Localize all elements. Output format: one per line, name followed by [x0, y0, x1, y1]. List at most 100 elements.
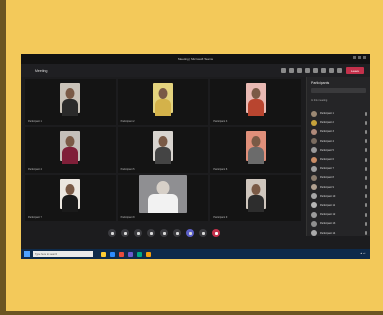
participant-row[interactable]: Participant 5 [311, 146, 367, 155]
participant-name: Participant 3 [320, 130, 334, 134]
mic-icon [365, 166, 367, 171]
participant-row[interactable]: Participant 7 [311, 164, 367, 173]
video-tile[interactable]: Participant 6 [210, 127, 301, 173]
video-feed [245, 179, 266, 212]
reactions-icon[interactable] [297, 68, 302, 73]
start-icon[interactable] [24, 251, 30, 257]
tile-name: Participant 2 [120, 120, 135, 123]
more-button[interactable] [160, 229, 168, 237]
mic-button[interactable] [186, 229, 194, 237]
participant-name: Participant 2 [320, 121, 334, 125]
tile-name: Participant 8 [120, 216, 135, 219]
video-tile[interactable]: Participant 5 [117, 127, 209, 173]
avatar [311, 119, 317, 126]
app-icon[interactable] [137, 251, 142, 257]
participant-row[interactable]: Participant 3 [311, 127, 367, 136]
video-feed [138, 175, 187, 213]
teams-screen: Meeting | Microsoft Teams Meeting Leave … [21, 54, 370, 259]
window-controls [353, 56, 366, 59]
participant-row[interactable]: Participant 6 [311, 155, 367, 164]
camera-button[interactable] [173, 229, 181, 237]
participant-name: Participant 5 [320, 148, 334, 152]
browser-icon[interactable] [110, 251, 115, 257]
tile-name: Participant 9 [213, 216, 228, 219]
video-tile[interactable]: Participant 9 [210, 175, 301, 221]
maximize-icon[interactable] [358, 56, 361, 59]
participant-name: Participant 6 [320, 158, 334, 162]
end-call-button[interactable] [212, 229, 220, 237]
video-feed [152, 83, 173, 116]
avatar [311, 174, 317, 181]
video-tile[interactable]: Participant 7 [25, 175, 116, 221]
folder-icon[interactable] [101, 251, 106, 257]
minimize-icon[interactable] [353, 56, 356, 59]
window-title: Meeting | Microsoft Teams [178, 57, 213, 61]
mic-icon [365, 221, 367, 226]
chat-icon[interactable] [289, 68, 294, 73]
mic-icon [365, 231, 367, 236]
reactions-button[interactable] [134, 229, 142, 237]
people-icon[interactable] [281, 68, 286, 73]
mic-icon [365, 212, 367, 217]
participant-row[interactable]: Participant 11 [311, 201, 367, 210]
participant-name: Participant 14 [320, 231, 336, 235]
video-grid: Participant 1 Participant 2 Participant … [25, 79, 301, 221]
participant-row[interactable]: Participant 14 [311, 228, 367, 237]
share-button[interactable] [199, 229, 207, 237]
video-tile[interactable]: Participant 1 [25, 79, 116, 125]
participants-panel: Participants In this meeting Participant… [306, 77, 370, 237]
participant-name: Participant 8 [320, 176, 334, 180]
tile-name: Participant 4 [28, 168, 42, 171]
view-icon[interactable] [305, 68, 310, 73]
avatar [311, 184, 317, 191]
avatar [311, 156, 317, 163]
avatar [311, 110, 317, 117]
participant-row[interactable]: Participant 1 [311, 109, 367, 118]
video-tile[interactable]: Participant 2 [117, 79, 209, 125]
tile-name: Participant 5 [120, 168, 135, 171]
close-icon[interactable] [363, 56, 366, 59]
participants-search-input[interactable] [311, 88, 366, 93]
participant-row[interactable]: Participant 9 [311, 183, 367, 192]
mic-icon [188, 231, 192, 235]
people-button[interactable] [121, 229, 129, 237]
participant-row[interactable]: Participant 4 [311, 137, 367, 146]
frame-bottom [0, 311, 383, 315]
taskbar-apps [101, 251, 151, 257]
participant-row[interactable]: Participant 12 [311, 210, 367, 219]
mic-icon [365, 157, 367, 162]
avatar [311, 128, 317, 135]
smile-icon [136, 231, 140, 235]
mic-icon[interactable] [329, 68, 334, 73]
phone-icon [214, 231, 218, 235]
video-tile[interactable]: Participant 4 [25, 127, 116, 173]
more-icon [162, 231, 166, 235]
taskbar-search-input[interactable]: Type here to search [33, 251, 93, 257]
frame-left [0, 0, 6, 315]
video-tile-active-speaker[interactable]: Participant 8 [117, 175, 209, 221]
tile-name: Participant 6 [213, 168, 228, 171]
view-button[interactable] [147, 229, 155, 237]
participant-row[interactable]: Participant 10 [311, 192, 367, 201]
participant-row[interactable]: Participant 8 [311, 173, 367, 182]
meeting-actions [281, 68, 342, 73]
video-tile[interactable]: Participant 3 [210, 79, 301, 125]
participant-name: Participant 13 [320, 222, 336, 226]
more-icon[interactable] [313, 68, 318, 73]
app-icon[interactable] [119, 251, 124, 257]
chat-button[interactable] [108, 229, 116, 237]
mic-icon [365, 129, 367, 134]
app-icon[interactable] [146, 251, 151, 257]
participant-row[interactable]: Participant 13 [311, 219, 367, 228]
mic-icon [365, 203, 367, 208]
camera-icon [175, 231, 179, 235]
share-icon[interactable] [337, 68, 342, 73]
participant-row[interactable]: Participant 2 [311, 118, 367, 127]
participant-name: Participant 11 [320, 203, 336, 207]
avatar [311, 202, 317, 209]
camera-icon[interactable] [321, 68, 326, 73]
mic-icon [365, 175, 367, 180]
teams-icon[interactable] [128, 251, 133, 257]
leave-button[interactable]: Leave [346, 67, 364, 74]
mic-icon [365, 120, 367, 125]
